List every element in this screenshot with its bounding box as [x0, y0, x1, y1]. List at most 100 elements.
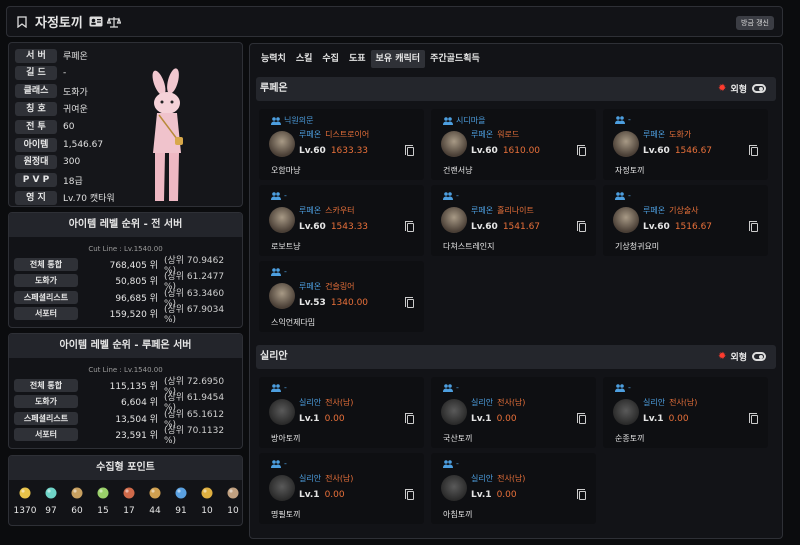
rank-label: 전체 통합 [14, 378, 78, 392]
character-server-class: 루페온 홀리나이트 [471, 205, 534, 216]
profile-value: Lv.70 캣타워 [63, 194, 115, 205]
tab-item[interactable]: 보유 캐릭터 [370, 50, 426, 68]
guild-people-icon [615, 191, 625, 200]
character-card[interactable]: 시디마을 루페온 워로드 Lv.60 1610.00 건랜서냥 [431, 109, 596, 180]
profile-row: 길 드- [15, 66, 66, 81]
character-avatar [269, 207, 295, 233]
character-server: 실리안 [471, 474, 494, 483]
profile-row: 칭 호 귀여운 [15, 101, 88, 116]
collection-item[interactable]: 44 [143, 486, 167, 516]
character-level: Lv.1 0.00 [643, 414, 689, 424]
copy-icon[interactable] [577, 145, 586, 156]
copy-icon[interactable] [405, 297, 414, 308]
collection-item[interactable]: 15 [91, 486, 115, 516]
collection-item[interactable]: 60 [65, 486, 89, 516]
copy-icon[interactable] [749, 413, 758, 424]
tab-item[interactable]: 수집 [317, 50, 344, 68]
level-value: Lv.60 [643, 146, 670, 156]
tab-item[interactable]: 스킬 [291, 50, 318, 68]
rank-percent: (상위 70.1132 %) [163, 426, 225, 446]
collection-item[interactable]: 91 [169, 486, 193, 516]
profile-row: P V P 18급 [15, 173, 83, 188]
tab-item[interactable]: 주간골드획득 [425, 50, 485, 68]
rank-row: 서포터 159,520 위 (상위 67.9034 %) [14, 305, 239, 325]
toggle-icon[interactable] [752, 352, 766, 361]
character-class: 전사(남) [669, 398, 698, 407]
character-level: Lv.60 1546.67 [643, 146, 712, 156]
character-class: 도화가 [669, 130, 692, 139]
copy-icon[interactable] [405, 413, 414, 424]
character-server-class: 루페온 기상술사 [643, 205, 699, 216]
refresh-button[interactable]: 방금 갱신 [736, 16, 774, 30]
profile-row: 원정대 300 [15, 155, 80, 170]
collection-item[interactable]: 1370 [13, 486, 37, 516]
collection-value: 10 [227, 506, 239, 516]
copy-icon[interactable] [749, 145, 758, 156]
toggle-icon[interactable] [752, 84, 766, 93]
guild-name: - [628, 383, 631, 392]
character-avatar [269, 131, 295, 157]
character-card[interactable]: - 실리안 전사(남) Lv.1 0.00 국산토끼 [431, 377, 596, 448]
collection-item[interactable]: 97 [39, 486, 63, 516]
character-card[interactable]: - 루페온 도화가 Lv.60 1546.67 자정토끼 [603, 109, 768, 180]
character-card[interactable]: - 실리안 전사(남) Lv.1 0.00 방아토끼 [259, 377, 424, 448]
profile-value: 18급 [63, 176, 83, 187]
character-card[interactable]: 닉원의문 루페온 디스트로이어 Lv.60 1633.33 오함마냥 [259, 109, 424, 180]
guild-name: - [284, 383, 287, 392]
collection-item[interactable]: 17 [117, 486, 141, 516]
rank-label: 도화가 [14, 274, 78, 287]
character-server: 실리안 [299, 474, 322, 483]
collection-item[interactable]: 10 [195, 486, 219, 516]
character-level: Lv.1 0.00 [471, 490, 517, 500]
character-server: 루페온 [471, 130, 494, 139]
tab-item[interactable]: 능력치 [256, 50, 291, 68]
id-card-icon[interactable] [89, 15, 103, 29]
copy-icon[interactable] [405, 145, 414, 156]
profile-value: 루페온 [63, 52, 88, 62]
copy-icon[interactable] [749, 221, 758, 232]
collection-value: 44 [149, 506, 161, 516]
guild-people-icon [615, 115, 625, 124]
bookmark-icon[interactable] [15, 15, 29, 29]
collection-value: 91 [175, 506, 187, 516]
character-card[interactable]: - 루페온 기상술사 Lv.60 1516.67 기상청귀요미 [603, 185, 768, 256]
copy-icon[interactable] [405, 221, 414, 232]
star-icon [200, 486, 214, 500]
item-level: 1543.33 [330, 222, 369, 232]
copy-icon[interactable] [577, 221, 586, 232]
guild-people-icon [443, 116, 453, 125]
rank-label: 서포터 [14, 428, 78, 441]
guild-name: - [284, 191, 287, 200]
character-card[interactable]: - 루페온 건슬링어 Lv.53 1340.00 스익언제다밈 [259, 261, 424, 332]
looks-toggle[interactable]: ✹ 외형 [718, 82, 766, 95]
guild-people-icon [443, 383, 453, 392]
profile-row: 아이템 1,546.67 [15, 137, 103, 152]
character-level: Lv.60 1633.33 [299, 146, 368, 156]
character-card[interactable]: - 루페온 스카우터 Lv.60 1543.33 로보트냥 [259, 185, 424, 256]
character-card[interactable]: - 실리안 전사(남) Lv.1 0.00 명필토끼 [259, 453, 424, 524]
tab-item[interactable]: 도표 [344, 50, 371, 68]
copy-icon[interactable] [577, 489, 586, 500]
server-header: 루페온 ✹ 외형 [256, 77, 776, 101]
copy-icon[interactable] [405, 489, 414, 500]
level-value: Lv.60 [299, 146, 326, 156]
character-server-class: 루페온 스카우터 [299, 205, 355, 216]
character-class: 전사(남) [325, 398, 354, 407]
collection-item[interactable]: 10 [221, 486, 245, 516]
character-server: 루페온 [299, 206, 322, 215]
copy-icon[interactable] [577, 413, 586, 424]
character-name: 기상청귀요미 [615, 242, 660, 251]
server-name: 루페온 [260, 83, 288, 94]
guild-people-icon [271, 191, 281, 200]
guild-label: - [615, 383, 631, 392]
scale-icon[interactable] [106, 15, 121, 29]
character-card[interactable]: - 루페온 홀리나이트 Lv.60 1541.67 다쳐스트레인지 [431, 185, 596, 256]
rank-label: 서포터 [14, 307, 78, 320]
character-card[interactable]: - 실리안 전사(남) Lv.1 0.00 아침토끼 [431, 453, 596, 524]
guild-people-icon [443, 191, 453, 200]
main-panel: 능력치 스킬 수집 도표 보유 캐릭터 주간골드획득 루페온 ✹ 외형 닉원의문 루페온 디스트로이… [249, 43, 783, 539]
guild-label: - [443, 459, 459, 468]
level-value: Lv.60 [471, 146, 498, 156]
character-card[interactable]: - 실리안 전사(남) Lv.1 0.00 순종토끼 [603, 377, 768, 448]
looks-toggle[interactable]: ✹ 외형 [718, 350, 766, 363]
